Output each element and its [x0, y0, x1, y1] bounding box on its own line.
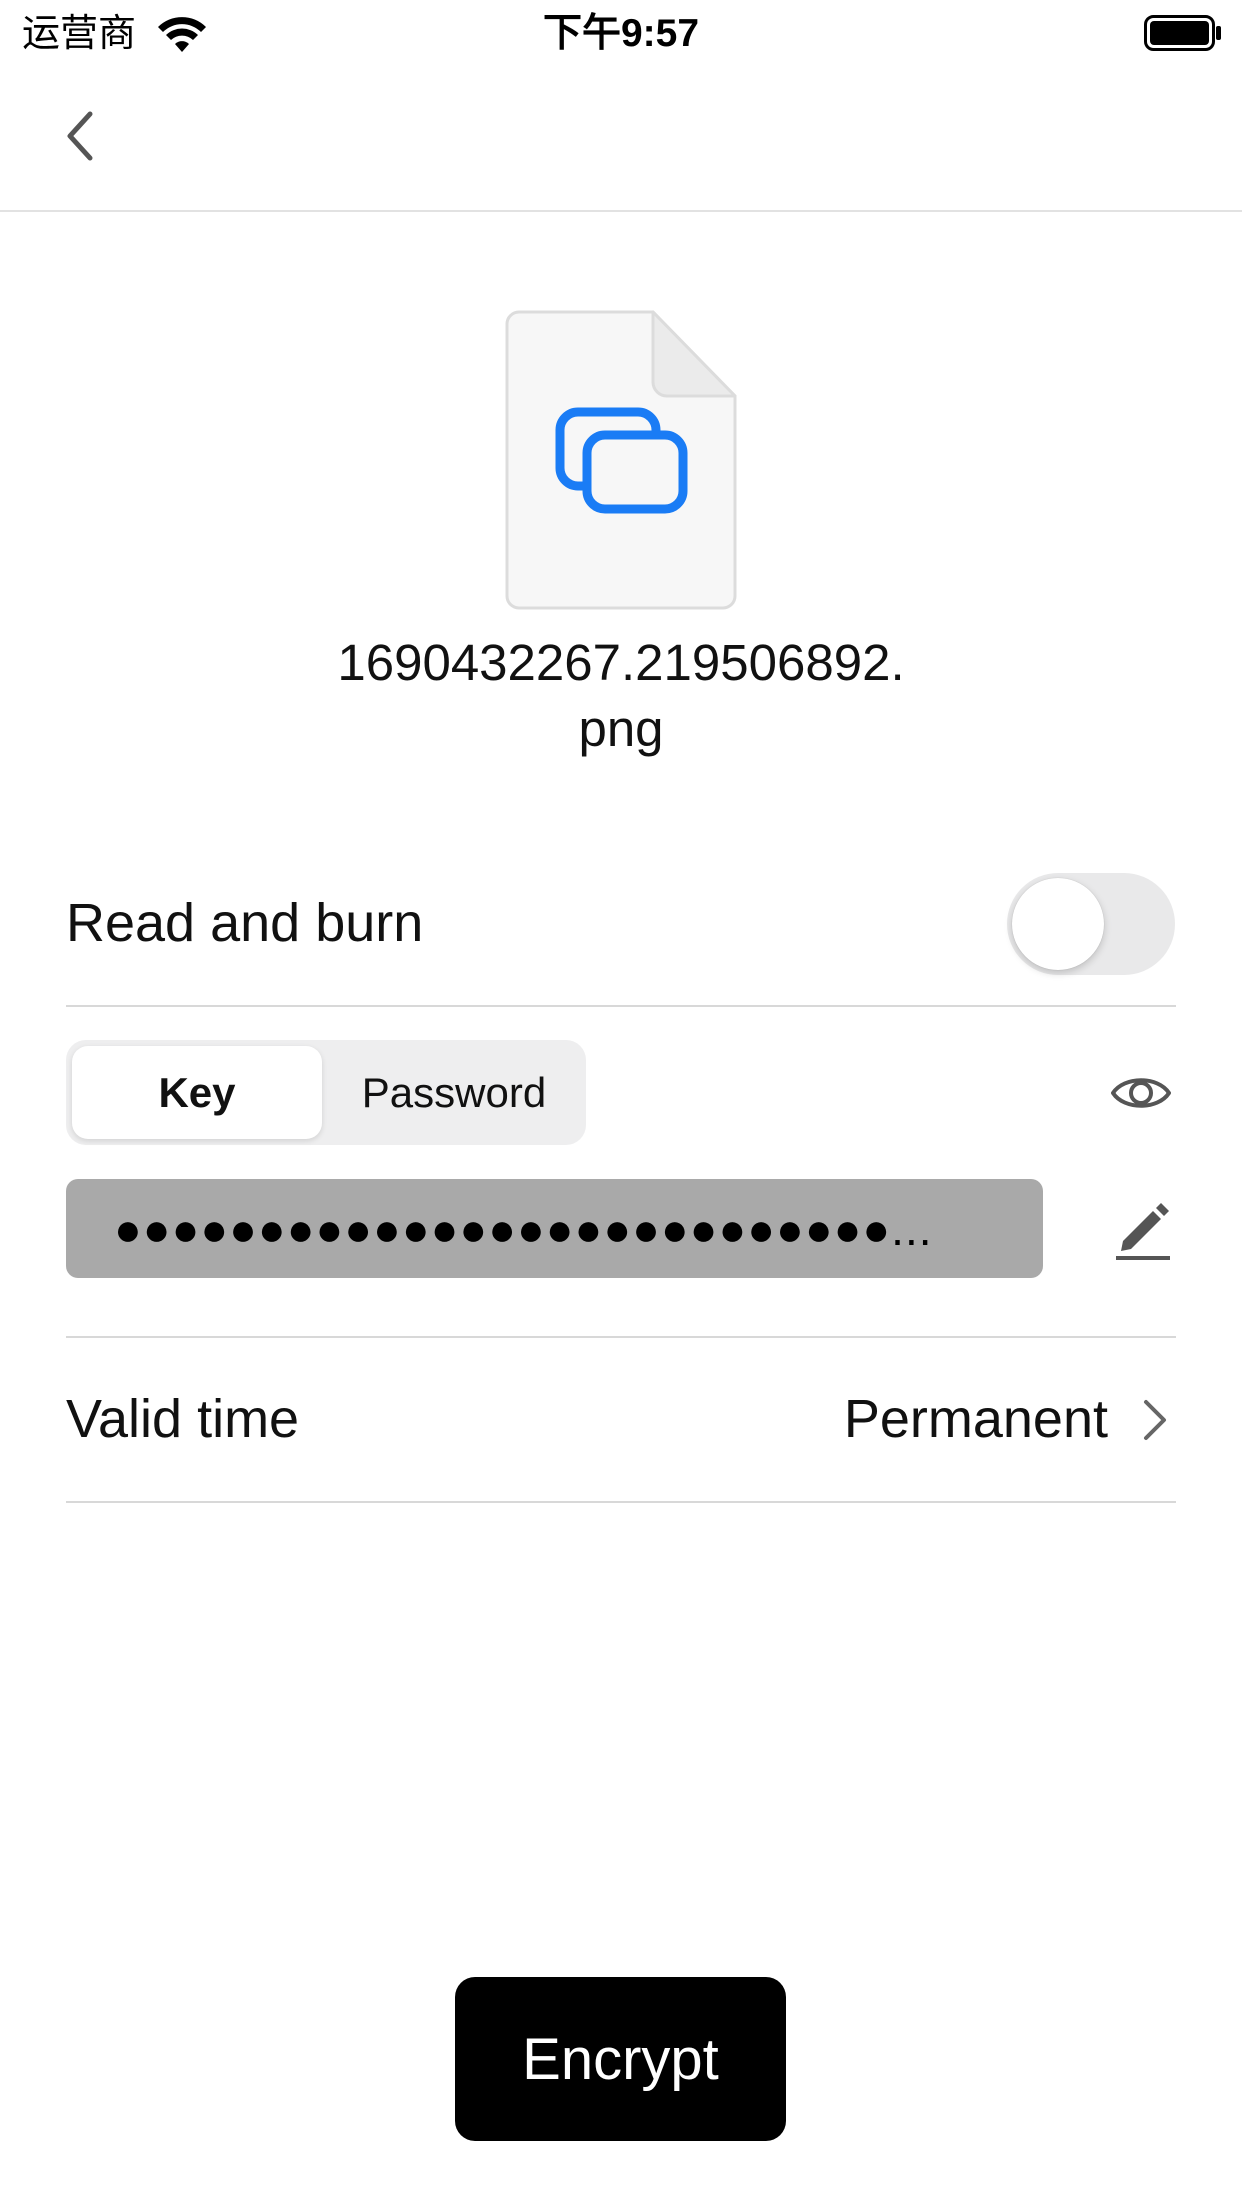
- file-name: 1690432267.219506892. png: [240, 630, 1002, 762]
- encrypt-button[interactable]: Encrypt: [455, 1977, 786, 2141]
- valid-time-row[interactable]: Valid time Permanent: [66, 1340, 1176, 1500]
- back-button[interactable]: [50, 106, 110, 166]
- toggle-knob: [1012, 878, 1104, 970]
- encrypt-file-screen: 运营商 下午9:57 1690432267.219506892. png Rea…: [0, 0, 1242, 2208]
- navigation-bar: [0, 66, 1242, 212]
- chevron-right-icon: [1144, 1400, 1166, 1440]
- segment-key[interactable]: Key: [72, 1046, 322, 1139]
- pencil-icon[interactable]: [1113, 1197, 1173, 1261]
- auth-mode-segmented-control: Key Password: [66, 1040, 586, 1145]
- status-bar: 运营商 下午9:57: [0, 0, 1242, 66]
- divider: [66, 1501, 1176, 1503]
- file-name-line-2: png: [578, 700, 664, 757]
- read-and-burn-toggle[interactable]: [1007, 873, 1175, 975]
- divider: [66, 1336, 1176, 1338]
- key-field[interactable]: ●●●●●●●●●●●●●●●●●●●●●●●●●●●...: [66, 1179, 1043, 1278]
- chevron-left-icon: [67, 111, 93, 161]
- file-name-line-1: 1690432267.219506892.: [337, 634, 905, 691]
- read-and-burn-label: Read and burn: [66, 893, 424, 953]
- file-image-icon: [505, 310, 737, 610]
- status-time: 下午9:57: [542, 12, 700, 55]
- valid-time-label: Valid time: [66, 1389, 300, 1449]
- divider: [66, 1005, 1176, 1007]
- segment-password[interactable]: Password: [328, 1046, 580, 1139]
- key-masked-value: ●●●●●●●●●●●●●●●●●●●●●●●●●●●...: [114, 1202, 933, 1255]
- eye-icon[interactable]: [1110, 1068, 1172, 1118]
- battery-icon: [1144, 15, 1221, 51]
- valid-time-value: Permanent: [843, 1389, 1108, 1449]
